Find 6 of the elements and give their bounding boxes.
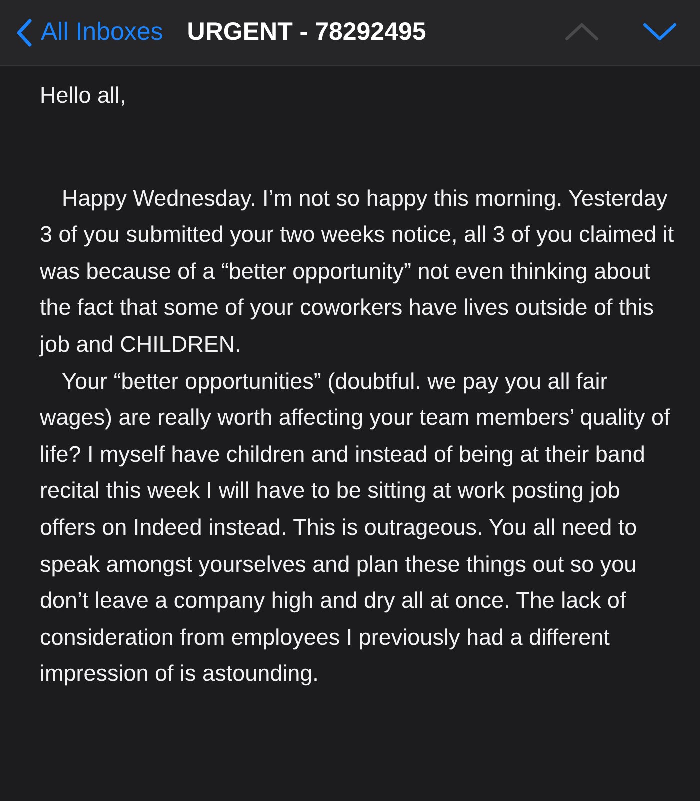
body-paragraph: Happy Wednesday. I’m not so happy this morning. Yesterday 3 of you submitted your two weeks notice, all 3 of you claimed it was because of a “better opportunity” not even thinking about the fact that some of your coworkers have lives outside of this job and CHILDREN. <box>40 184 676 359</box>
email-subject: URGENT - 78292495 <box>187 16 426 48</box>
greeting-text: Hello all, <box>40 82 128 110</box>
back-button[interactable]: All Inboxes <box>16 14 164 52</box>
body-paragraph: Your “better opportunities” (doubtful. we pay you all fair wages) are really worth affecting your team members’ quality of life? I myself have children and instead of being at their band recital this week I will have to be sitting at work posting job offers on Indeed instead. This is outrageous. You all need to speak amongst yourselves and plan these things out so you don’t leave a company high and dry all at once. The lack of consideration from employees I previously had a different impression of is astounding. <box>40 368 672 688</box>
back-chevron-icon <box>16 18 33 48</box>
